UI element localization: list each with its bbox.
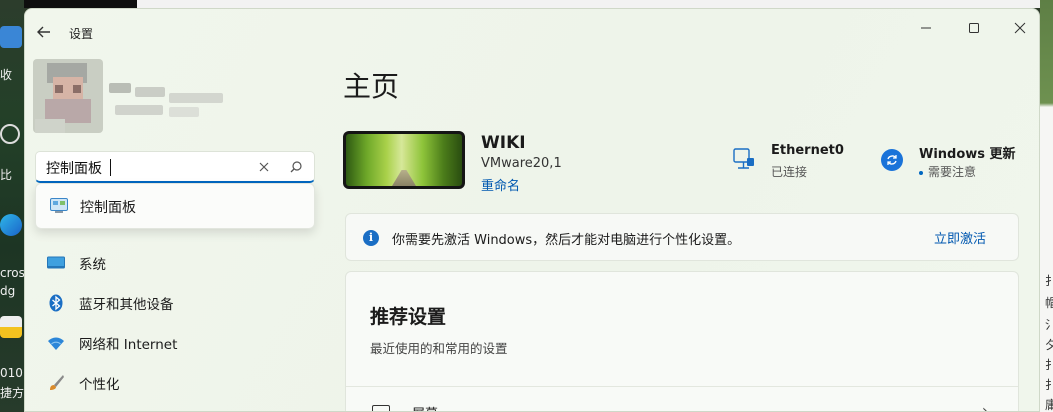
activate-now-link[interactable]: 立即激活: [934, 228, 986, 247]
desktop-label: dg: [0, 284, 16, 298]
desktop-label: 捷方: [0, 386, 24, 400]
avatar[interactable]: [33, 59, 103, 133]
rename-link[interactable]: 重命名: [481, 175, 520, 194]
arrow-left-icon: [37, 26, 50, 38]
update-title[interactable]: Windows 更新: [919, 143, 1016, 162]
recycle-bin-icon[interactable]: [0, 26, 22, 48]
search-box[interactable]: [35, 151, 315, 183]
search-suggestion[interactable]: 控制面板: [35, 183, 315, 229]
sidebar-item-personalization[interactable]: 个性化: [35, 365, 315, 401]
display-icon: [372, 405, 390, 411]
search-button[interactable]: [288, 159, 304, 175]
background-text: 扌: [1045, 378, 1053, 392]
update-status-text: 需要注意: [928, 165, 977, 179]
card-subtitle: 最近使用的和常用的设置: [370, 341, 508, 356]
sidebar-item-label: 网络和 Internet: [79, 337, 178, 353]
info-icon: i: [363, 230, 379, 246]
system-display-icon: [47, 256, 65, 269]
sidebar-item-system[interactable]: 系统: [35, 245, 315, 281]
background-text: 扌: [1045, 358, 1053, 372]
search-icon: [290, 161, 302, 173]
desktop-left-strip: 收 比 cros dg 010 捷方: [0, 0, 24, 412]
background-text: 庸: [1045, 398, 1053, 412]
status-dot-icon: [919, 170, 923, 175]
banner-text: 你需要先激活 Windows，然后才能对电脑进行个性化设置。: [392, 233, 741, 248]
sidebar-item-bluetooth[interactable]: 蓝牙和其他设备: [35, 285, 315, 321]
sidebar-item-label: 系统: [79, 257, 106, 273]
recommended-settings-card: 推荐设置 最近使用的和常用的设置 屏幕 ›: [345, 271, 1019, 412]
device-wallpaper-thumbnail[interactable]: [343, 131, 465, 189]
recommended-row-display[interactable]: 屏幕 ›: [346, 387, 1018, 412]
update-status: 需要注意: [919, 163, 976, 180]
close-button[interactable]: [997, 13, 1039, 43]
shortcut-icon[interactable]: [0, 316, 22, 338]
minimize-icon: [921, 27, 931, 29]
back-button[interactable]: [33, 21, 55, 43]
close-icon: [259, 162, 269, 172]
maximize-icon: [969, 23, 979, 33]
network-status: 已连接: [771, 165, 808, 179]
user-info: [109, 83, 225, 121]
close-icon: [1014, 22, 1026, 34]
card-title: 推荐设置: [370, 306, 447, 328]
desktop-label: cros: [0, 266, 24, 280]
settings-window: 设置 控制面板 控制面板 系统 蓝牙和其他设备 网络和 Internet 个性化…: [24, 8, 1040, 412]
desktop-label: 比: [0, 168, 13, 182]
brush-icon: [50, 375, 64, 390]
background-text: 扌: [1045, 274, 1053, 288]
maximize-button[interactable]: [951, 13, 997, 43]
sidebar-item-network[interactable]: 网络和 Internet: [35, 325, 315, 361]
page-title: 主页: [343, 70, 400, 103]
background-text: 氵: [1045, 318, 1053, 332]
ethernet-monitor-icon[interactable]: [733, 148, 755, 170]
network-title[interactable]: Ethernet0: [771, 143, 844, 158]
wifi-icon: [48, 337, 64, 350]
background-text: 夕: [1045, 338, 1053, 352]
chevron-right-icon: ›: [982, 403, 988, 412]
search-input[interactable]: [46, 157, 236, 179]
desktop-label: 收: [0, 68, 13, 82]
bluetooth-icon: [49, 294, 63, 312]
minimize-button[interactable]: [903, 13, 949, 43]
desktop-label: 010: [0, 366, 23, 380]
desktop-top-strip: [0, 0, 1053, 8]
this-pc-icon[interactable]: [0, 124, 20, 144]
device-name: WIKI: [481, 133, 526, 153]
row-label: 屏幕: [412, 403, 438, 411]
suggestion-label: 控制面板: [80, 200, 136, 216]
device-model: VMware20,1: [481, 156, 562, 171]
text-caret: [110, 159, 111, 176]
control-panel-icon: [50, 198, 68, 213]
edge-icon[interactable]: [0, 214, 22, 236]
app-title: 设置: [69, 27, 94, 41]
clear-search-button[interactable]: [256, 159, 272, 175]
sidebar-item-label: 个性化: [79, 377, 120, 393]
activation-banner: i 你需要先激活 Windows，然后才能对电脑进行个性化设置。 立即激活: [345, 213, 1019, 261]
windows-update-icon[interactable]: [881, 149, 903, 171]
title-bar: 设置: [25, 9, 1039, 55]
background-text: 帽: [1045, 296, 1053, 310]
sidebar-item-label: 蓝牙和其他设备: [79, 297, 174, 313]
